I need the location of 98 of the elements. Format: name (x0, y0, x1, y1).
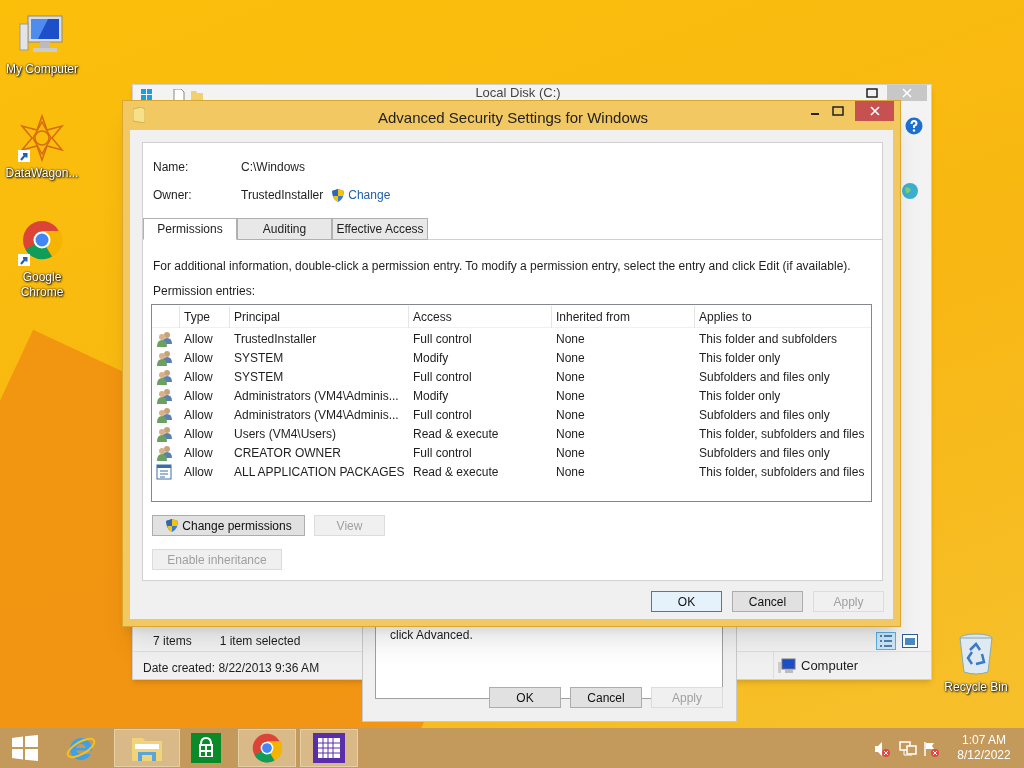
shopping-bag-icon (191, 733, 221, 763)
status-text: 1 item selected (219, 633, 301, 650)
table-cell-text: Allow (183, 330, 214, 348)
window-title: Local Disk (C:) (474, 85, 562, 100)
table-cell-text: Read & execute (412, 463, 500, 481)
table-cell-text: Full control (412, 406, 473, 424)
details-view-icon[interactable] (876, 632, 896, 650)
table-cell-text: Full control (412, 444, 473, 462)
computer-icon (778, 658, 796, 674)
globe-icon (901, 182, 919, 200)
table-cell-text: Modify (412, 387, 450, 405)
users-icon (156, 406, 173, 423)
calendar-icon (313, 733, 345, 763)
action-button[interactable]: Change permissions (152, 515, 305, 536)
table-cell-text: Users (VM4\Users) (233, 425, 337, 443)
speaker-muted-icon[interactable] (874, 741, 890, 757)
change-link[interactable]: Change (348, 186, 391, 204)
dialog-button[interactable]: Cancel (570, 687, 642, 708)
table-cell-text: Subfolders and files only (698, 368, 831, 386)
table-cell-text: Allow (183, 368, 214, 386)
table-cell-text: CREATOR OWNER (233, 444, 342, 462)
table-cell-text: TrustedInstaller (233, 330, 318, 348)
folder-icon (133, 107, 145, 123)
dialog-button[interactable]: Cancel (732, 591, 803, 612)
table-cell-text: Allow (183, 406, 214, 424)
users-icon (156, 444, 173, 461)
field-label: Name: (153, 159, 190, 176)
dialog-button[interactable]: OK (651, 591, 722, 612)
taskbar-button[interactable] (300, 729, 358, 767)
star-logo-icon (18, 114, 66, 162)
table-cell-text: This folder only (698, 349, 782, 367)
tab[interactable]: Effective Access (332, 218, 428, 240)
table-cell-text: Modify (412, 349, 450, 367)
table-cell-text: None (555, 463, 586, 481)
flag-icon[interactable] (923, 741, 939, 757)
table-cell-text: This folder, subfolders and files (698, 463, 866, 481)
tab[interactable]: Auditing (237, 218, 332, 240)
table-cell-text: This folder, subfolders and files (698, 425, 866, 443)
table-cell-text: Full control (412, 368, 473, 386)
instruction-text: click Advanced. (390, 627, 473, 644)
table-cell-text: Administrators (VM4\Adminis... (233, 406, 400, 424)
column-header[interactable]: Access (408, 306, 551, 328)
dialog-title: Advanced Security Settings for Windows (376, 108, 650, 128)
table-cell-text: SYSTEM (233, 349, 285, 367)
chrome-icon (252, 733, 282, 763)
column-header[interactable]: Inherited from (551, 306, 694, 328)
dialog-button[interactable]: OK (489, 687, 561, 708)
tab[interactable]: Permissions (143, 218, 237, 240)
column-header[interactable]: Applies to (694, 306, 871, 328)
users-icon (156, 387, 173, 404)
thumbnail-view-icon[interactable] (902, 634, 918, 648)
table-cell-text: None (555, 349, 586, 367)
table-cell-text: None (555, 425, 586, 443)
section-label: Permission entries: (153, 283, 256, 300)
table-cell-text: Administrators (VM4\Adminis... (233, 387, 400, 405)
table-cell-text: Allow (183, 444, 214, 462)
help-icon[interactable] (905, 117, 923, 135)
info-text: For additional information, double-click a permission entry. To modify a permission entry, select the entry and click Edit (if available). (153, 258, 851, 275)
table-cell-text: Allow (183, 425, 214, 443)
close-button[interactable] (855, 101, 894, 121)
table-cell-text: None (555, 406, 586, 424)
table-cell-text: Allow (183, 349, 214, 367)
users-icon (156, 349, 173, 366)
table-cell-text: This folder and subfolders (698, 330, 839, 348)
table-cell-text: Allow (183, 463, 214, 481)
table-cell-text: Subfolders and files only (698, 406, 831, 424)
table-cell-text: None (555, 330, 586, 348)
status-text: 7 items (153, 633, 192, 650)
table-cell-text: None (555, 444, 586, 462)
table-cell-text: None (555, 387, 586, 405)
field-label: Owner: (153, 187, 193, 204)
table-cell-text: Allow (183, 387, 214, 405)
network-icon[interactable] (899, 741, 917, 757)
field-value: TrustedInstaller (241, 187, 324, 204)
column-header[interactable]: Principal (229, 306, 408, 328)
table-cell-text: None (555, 368, 586, 386)
table-cell-text: ALL APPLICATION PACKAGES (233, 463, 406, 481)
close-icon (902, 88, 912, 98)
table-cell-text: Subfolders and files only (698, 444, 831, 462)
maximize-icon[interactable] (831, 104, 845, 118)
table-cell-text: Full control (412, 330, 473, 348)
field-value: C:\Windows (241, 159, 305, 176)
users-icon (156, 368, 173, 385)
table-cell-text: This folder only (698, 387, 782, 405)
windows-icon (12, 735, 38, 761)
shield-icon (331, 187, 346, 203)
shield-icon (165, 518, 180, 533)
column-header[interactable]: Type (179, 306, 229, 328)
date-created-text: Date created: 8/22/2013 9:36 AM (143, 660, 320, 677)
windows-icon (141, 89, 153, 101)
users-icon (156, 330, 173, 347)
close-icon (869, 106, 880, 116)
table-cell-text: SYSTEM (233, 368, 285, 386)
location-text: Computer (801, 657, 859, 676)
users-icon (156, 425, 173, 442)
table-cell-text: Read & execute (412, 425, 500, 443)
recycle-bin-icon (956, 632, 996, 676)
package-icon (156, 463, 172, 480)
